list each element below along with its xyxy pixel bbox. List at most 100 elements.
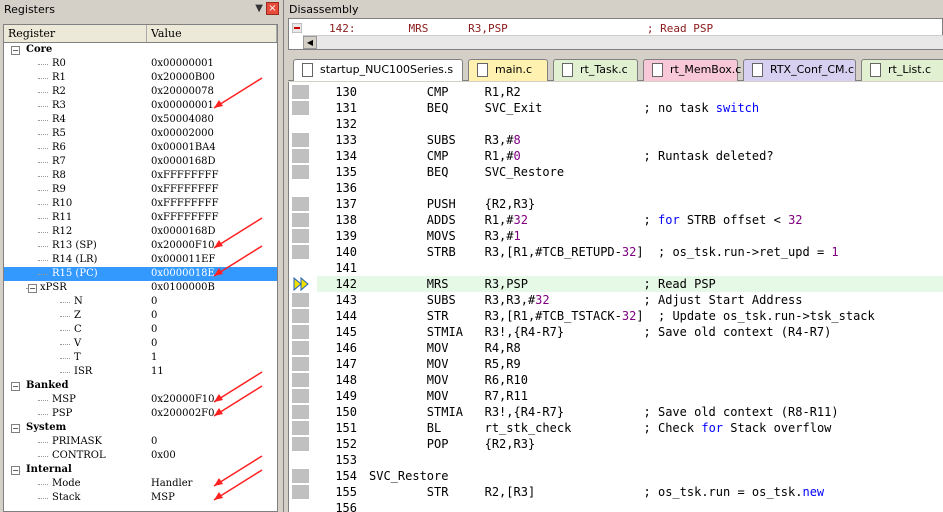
- register-row[interactable]: R10 0xFFFFFFFF: [4, 197, 277, 211]
- breakpoint-slot[interactable]: [292, 165, 309, 179]
- register-row[interactable]: R0 0x00000001: [4, 57, 277, 71]
- collapse-icon[interactable]: −: [28, 284, 37, 293]
- register-row[interactable]: R2 0x20000078: [4, 85, 277, 99]
- register-group-system[interactable]: − System: [4, 421, 277, 435]
- breakpoint-slot[interactable]: [292, 437, 309, 451]
- register-value[interactable]: 0x0000168D: [151, 225, 216, 239]
- register-value[interactable]: 0x200002F0: [151, 407, 214, 421]
- register-group-banked[interactable]: − Banked: [4, 379, 277, 393]
- col-value-header[interactable]: Value: [147, 25, 277, 42]
- file-tab[interactable]: rt_MemBox.c: [643, 59, 741, 81]
- code-line[interactable]: 149 MOV R7,R11: [317, 388, 943, 404]
- register-value[interactable]: 0x20000F10: [151, 239, 214, 253]
- register-value[interactable]: 0: [151, 323, 157, 337]
- horizontal-scrollbar[interactable]: ◀: [303, 35, 943, 49]
- code-line[interactable]: 134 CMP R1,#0 ; Runtask deleted?: [317, 148, 943, 164]
- code-line[interactable]: 148 MOV R6,R10: [317, 372, 943, 388]
- file-tab[interactable]: main.c: [468, 59, 548, 81]
- code-line[interactable]: 136: [317, 180, 943, 196]
- register-row[interactable]: Z0: [4, 309, 277, 323]
- register-group-internal[interactable]: − Internal: [4, 463, 277, 477]
- register-value[interactable]: 0x0100000B: [151, 281, 215, 295]
- register-row[interactable]: PSP 0x200002F0: [4, 407, 277, 421]
- register-value[interactable]: 0: [151, 337, 157, 351]
- register-row[interactable]: T1: [4, 351, 277, 365]
- register-row[interactable]: R6 0x00001BA4: [4, 141, 277, 155]
- register-row[interactable]: Stack MSP: [4, 491, 277, 505]
- register-value[interactable]: 0x000011EF: [151, 253, 215, 267]
- code-line[interactable]: 150 STMIA R3!,{R4-R7} ; Save old context…: [317, 404, 943, 420]
- register-value[interactable]: 1: [151, 351, 157, 365]
- code-line[interactable]: 139 MOVS R3,#1: [317, 228, 943, 244]
- register-value[interactable]: 0x00: [151, 449, 176, 463]
- register-value[interactable]: 0xFFFFFFFF: [151, 197, 219, 211]
- register-value[interactable]: 0: [151, 309, 157, 323]
- breakpoint-slot[interactable]: [292, 357, 309, 371]
- register-row[interactable]: R13 (SP) 0x20000F10: [4, 239, 277, 253]
- register-value[interactable]: 0x0000018E: [151, 267, 215, 281]
- register-value[interactable]: 0x0000168D: [151, 155, 216, 169]
- register-row[interactable]: R5 0x00002000: [4, 127, 277, 141]
- code-line[interactable]: 141: [317, 260, 943, 276]
- register-row[interactable]: R3 0x00000001: [4, 99, 277, 113]
- code-line[interactable]: 140 STRB R3,[R1,#TCB_RETUPD-32] ; os_tsk…: [317, 244, 943, 260]
- close-icon[interactable]: ×: [266, 2, 279, 15]
- register-row[interactable]: V0: [4, 337, 277, 351]
- register-row[interactable]: Mode Handler: [4, 477, 277, 491]
- breakpoint-slot[interactable]: [292, 325, 309, 339]
- code-line[interactable]: 138 ADDS R1,#32 ; for STRB offset < 32: [317, 212, 943, 228]
- collapse-icon[interactable]: −: [11, 46, 20, 55]
- register-row[interactable]: MSP 0x20000F10: [4, 393, 277, 407]
- register-row[interactable]: − xPSR 0x0100000B: [4, 281, 277, 295]
- editor-gutter[interactable]: [289, 82, 317, 512]
- collapse-icon[interactable]: −: [11, 382, 20, 391]
- breakpoint-slot[interactable]: [292, 389, 309, 403]
- code-line[interactable]: 132: [317, 116, 943, 132]
- register-row[interactable]: C0: [4, 323, 277, 337]
- breakpoint-slot[interactable]: [292, 373, 309, 387]
- breakpoint-slot[interactable]: [292, 245, 309, 259]
- register-value[interactable]: 0x00000001: [151, 99, 214, 113]
- register-value[interactable]: 0xFFFFFFFF: [151, 211, 219, 225]
- register-value[interactable]: 0x00002000: [151, 127, 214, 141]
- breakpoint-slot[interactable]: [292, 229, 309, 243]
- register-value[interactable]: Handler: [151, 477, 192, 491]
- code-line[interactable]: 155 STR R2,[R3] ; os_tsk.run = os_tsk.ne…: [317, 484, 943, 500]
- register-value[interactable]: 0x20000F10: [151, 393, 214, 407]
- register-row[interactable]: R9 0xFFFFFFFF: [4, 183, 277, 197]
- breakpoint-slot[interactable]: [292, 421, 309, 435]
- register-row[interactable]: R8 0xFFFFFFFF: [4, 169, 277, 183]
- col-register-header[interactable]: Register: [4, 25, 147, 42]
- register-value[interactable]: 0x20000078: [151, 85, 214, 99]
- breakpoint-slot[interactable]: [292, 405, 309, 419]
- register-row[interactable]: R7 0x0000168D: [4, 155, 277, 169]
- breakpoint-slot[interactable]: [292, 101, 309, 115]
- register-value[interactable]: 0: [151, 295, 157, 309]
- register-row[interactable]: N0: [4, 295, 277, 309]
- code-editor[interactable]: 130 CMP R1,R2 131 BEQ SVC_Exit ; no task …: [288, 82, 943, 512]
- code-line[interactable]: 146 MOV R4,R8: [317, 340, 943, 356]
- register-row[interactable]: ISR 11: [4, 365, 277, 379]
- code-line[interactable]: 154 SVC_Restore: [317, 468, 943, 484]
- code-line[interactable]: 156: [317, 500, 943, 512]
- register-value[interactable]: 0xFFFFFFFF: [151, 169, 219, 183]
- code-line[interactable]: 151 BL rt_stk_check ; Check for Stack ov…: [317, 420, 943, 436]
- code-line[interactable]: 147 MOV R5,R9: [317, 356, 943, 372]
- breakpoint-slot[interactable]: [292, 149, 309, 163]
- register-value[interactable]: 0x50004080: [151, 113, 214, 127]
- breakpoint-slot[interactable]: [292, 309, 309, 323]
- register-row[interactable]: CONTROL 0x00: [4, 449, 277, 463]
- register-row[interactable]: R1 0x20000B00: [4, 71, 277, 85]
- breakpoint-slot[interactable]: [292, 469, 309, 483]
- code-line[interactable]: 145 STMIA R3!,{R4-R7} ; Save old context…: [317, 324, 943, 340]
- code-line[interactable]: 135 BEQ SVC_Restore: [317, 164, 943, 180]
- collapse-icon[interactable]: −: [11, 466, 20, 475]
- register-value[interactable]: 0x00001BA4: [151, 141, 216, 155]
- register-row[interactable]: R4 0x50004080: [4, 113, 277, 127]
- breakpoint-slot[interactable]: [292, 213, 309, 227]
- scroll-left-icon[interactable]: ◀: [303, 36, 317, 49]
- code-line[interactable]: 137 PUSH {R2,R3}: [317, 196, 943, 212]
- register-value[interactable]: 0: [151, 435, 157, 449]
- collapse-icon[interactable]: −: [11, 424, 20, 433]
- register-row[interactable]: R12 0x0000168D: [4, 225, 277, 239]
